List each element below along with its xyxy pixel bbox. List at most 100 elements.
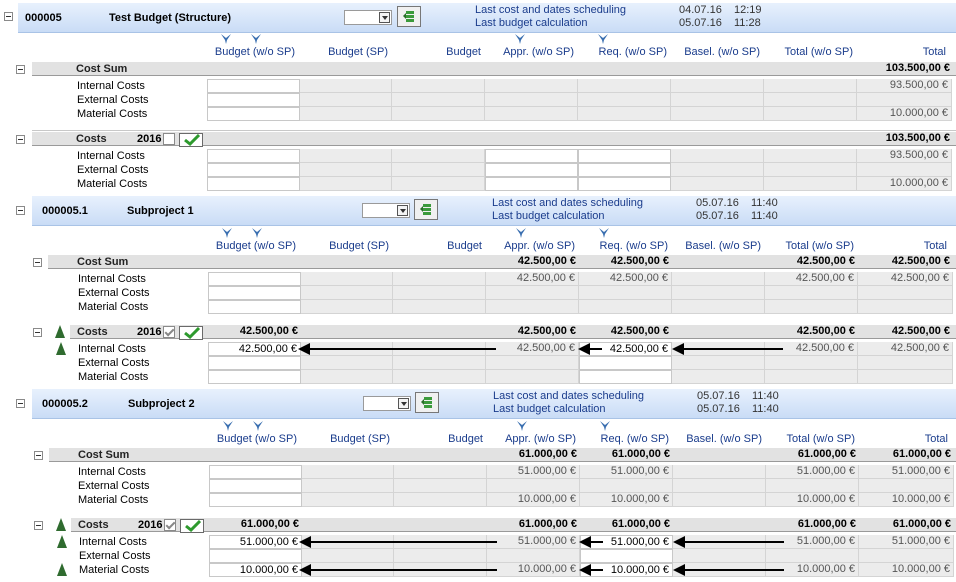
budget-input[interactable]: [207, 177, 300, 191]
period-select[interactable]: [362, 203, 410, 218]
budget-input[interactable]: [208, 286, 301, 300]
budget-input[interactable]: [485, 177, 578, 191]
value-cell: [300, 107, 392, 121]
filter-funnel-icon[interactable]: [515, 34, 525, 44]
value-cell: [764, 163, 857, 177]
budget-input[interactable]: [207, 79, 300, 93]
budget-input[interactable]: [578, 149, 671, 163]
filter-funnel-icon[interactable]: [221, 34, 231, 44]
confirm-check-icon: [184, 327, 200, 339]
budget-input[interactable]: [207, 163, 300, 177]
value-cell: 42.500,00 €: [486, 342, 579, 356]
value-cell: 51.000,00 €: [766, 465, 859, 479]
budget-input[interactable]: [207, 93, 300, 107]
budget-input[interactable]: [209, 493, 302, 507]
budget-input[interactable]: [209, 465, 302, 479]
collapse-icon[interactable]: [34, 521, 43, 530]
value-cell: [857, 93, 952, 107]
year-label: 2016: [138, 519, 163, 531]
budget-input[interactable]: [579, 356, 672, 370]
column-header[interactable]: Total: [806, 46, 946, 58]
confirm-button[interactable]: [179, 326, 203, 340]
filter-funnel-icon[interactable]: [223, 421, 233, 431]
scheduling-date: 05.07.16: [696, 197, 739, 209]
period-select[interactable]: [344, 10, 392, 25]
budget-input[interactable]: [207, 149, 300, 163]
collapse-icon[interactable]: [33, 328, 42, 337]
filter-funnel-icon[interactable]: [251, 34, 261, 44]
value-cell: 51.000,00 €: [859, 535, 954, 549]
year-checkbox[interactable]: [164, 519, 176, 531]
budget-input[interactable]: 42.500,00 €: [208, 342, 301, 356]
collapse-icon[interactable]: [16, 206, 25, 215]
filter-funnel-icon[interactable]: [516, 228, 526, 238]
value-cell: [858, 286, 953, 300]
calculate-button[interactable]: [414, 199, 438, 220]
collapse-icon[interactable]: [16, 399, 25, 408]
value-cell: [766, 549, 859, 563]
value-cell: [671, 149, 764, 163]
budget-input[interactable]: 51.000,00 €: [209, 535, 302, 549]
value-cell: [857, 163, 952, 177]
column-header[interactable]: Total: [807, 240, 947, 252]
filter-funnel-icon[interactable]: [598, 34, 608, 44]
collapse-icon[interactable]: [4, 12, 13, 21]
budget-input[interactable]: 10.000,00 €: [209, 563, 302, 577]
cost-sum-label: Cost Sum: [76, 63, 128, 75]
budget-input[interactable]: [579, 370, 672, 384]
value-cell: 10.000,00 €: [859, 493, 954, 507]
row-label-external: External Costs: [78, 357, 150, 369]
value-cell: [300, 163, 392, 177]
collapse-icon[interactable]: [16, 65, 25, 74]
sum-cell: 42.500,00 €: [891, 255, 950, 267]
year-checkbox[interactable]: [163, 326, 175, 338]
budget-input[interactable]: [580, 549, 673, 563]
period-select[interactable]: [363, 396, 411, 411]
budget-input[interactable]: [209, 479, 302, 493]
value-cell: 10.000,00 €: [859, 563, 954, 577]
column-header[interactable]: Total: [808, 433, 948, 445]
budget-input[interactable]: [578, 163, 671, 177]
value-cell: [393, 300, 486, 314]
last-calculation-label: Last budget calculation: [475, 17, 588, 29]
collapse-icon[interactable]: [33, 258, 42, 267]
project-title: Test Budget (Structure): [109, 12, 232, 24]
value-cell: [765, 356, 858, 370]
sum-cell: 42.500,00 €: [517, 255, 576, 267]
collapse-icon[interactable]: [16, 135, 25, 144]
filter-funnel-icon[interactable]: [599, 228, 609, 238]
row-label-internal: Internal Costs: [78, 273, 146, 285]
budget-input[interactable]: [485, 163, 578, 177]
budget-input[interactable]: [208, 370, 301, 384]
value-cell: [671, 177, 764, 191]
budget-input[interactable]: [208, 272, 301, 286]
budget-input[interactable]: [578, 177, 671, 191]
calculate-button[interactable]: [415, 392, 439, 413]
collapse-icon[interactable]: [34, 451, 43, 460]
scheduling-date: 05.07.16: [697, 390, 740, 402]
scheduling-time: 11:40: [751, 197, 778, 209]
budget-input[interactable]: [485, 149, 578, 163]
value-cell: [671, 163, 764, 177]
value-cell: [392, 149, 485, 163]
cost-sum-row: [32, 62, 956, 76]
confirm-button[interactable]: [179, 133, 203, 147]
filter-funnel-icon[interactable]: [222, 228, 232, 238]
value-cell: [302, 493, 394, 507]
filter-funnel-icon[interactable]: [253, 421, 263, 431]
budget-input[interactable]: [208, 356, 301, 370]
filter-funnel-icon[interactable]: [252, 228, 262, 238]
filter-funnel-icon[interactable]: [517, 421, 527, 431]
calculate-button[interactable]: [397, 6, 421, 27]
row-label-external: External Costs: [79, 550, 151, 562]
budget-input[interactable]: [208, 300, 301, 314]
budget-input[interactable]: [207, 107, 300, 121]
year-checkbox[interactable]: [163, 133, 175, 145]
filter-funnel-icon[interactable]: [600, 421, 610, 431]
value-cell: [764, 177, 857, 191]
sum-cell: 61.000,00 €: [611, 518, 670, 530]
value-cell: 51.000,00 €: [859, 465, 954, 479]
confirm-button[interactable]: [180, 519, 204, 533]
budget-input[interactable]: [209, 549, 302, 563]
calculation-date: 05.07.16: [679, 17, 722, 29]
